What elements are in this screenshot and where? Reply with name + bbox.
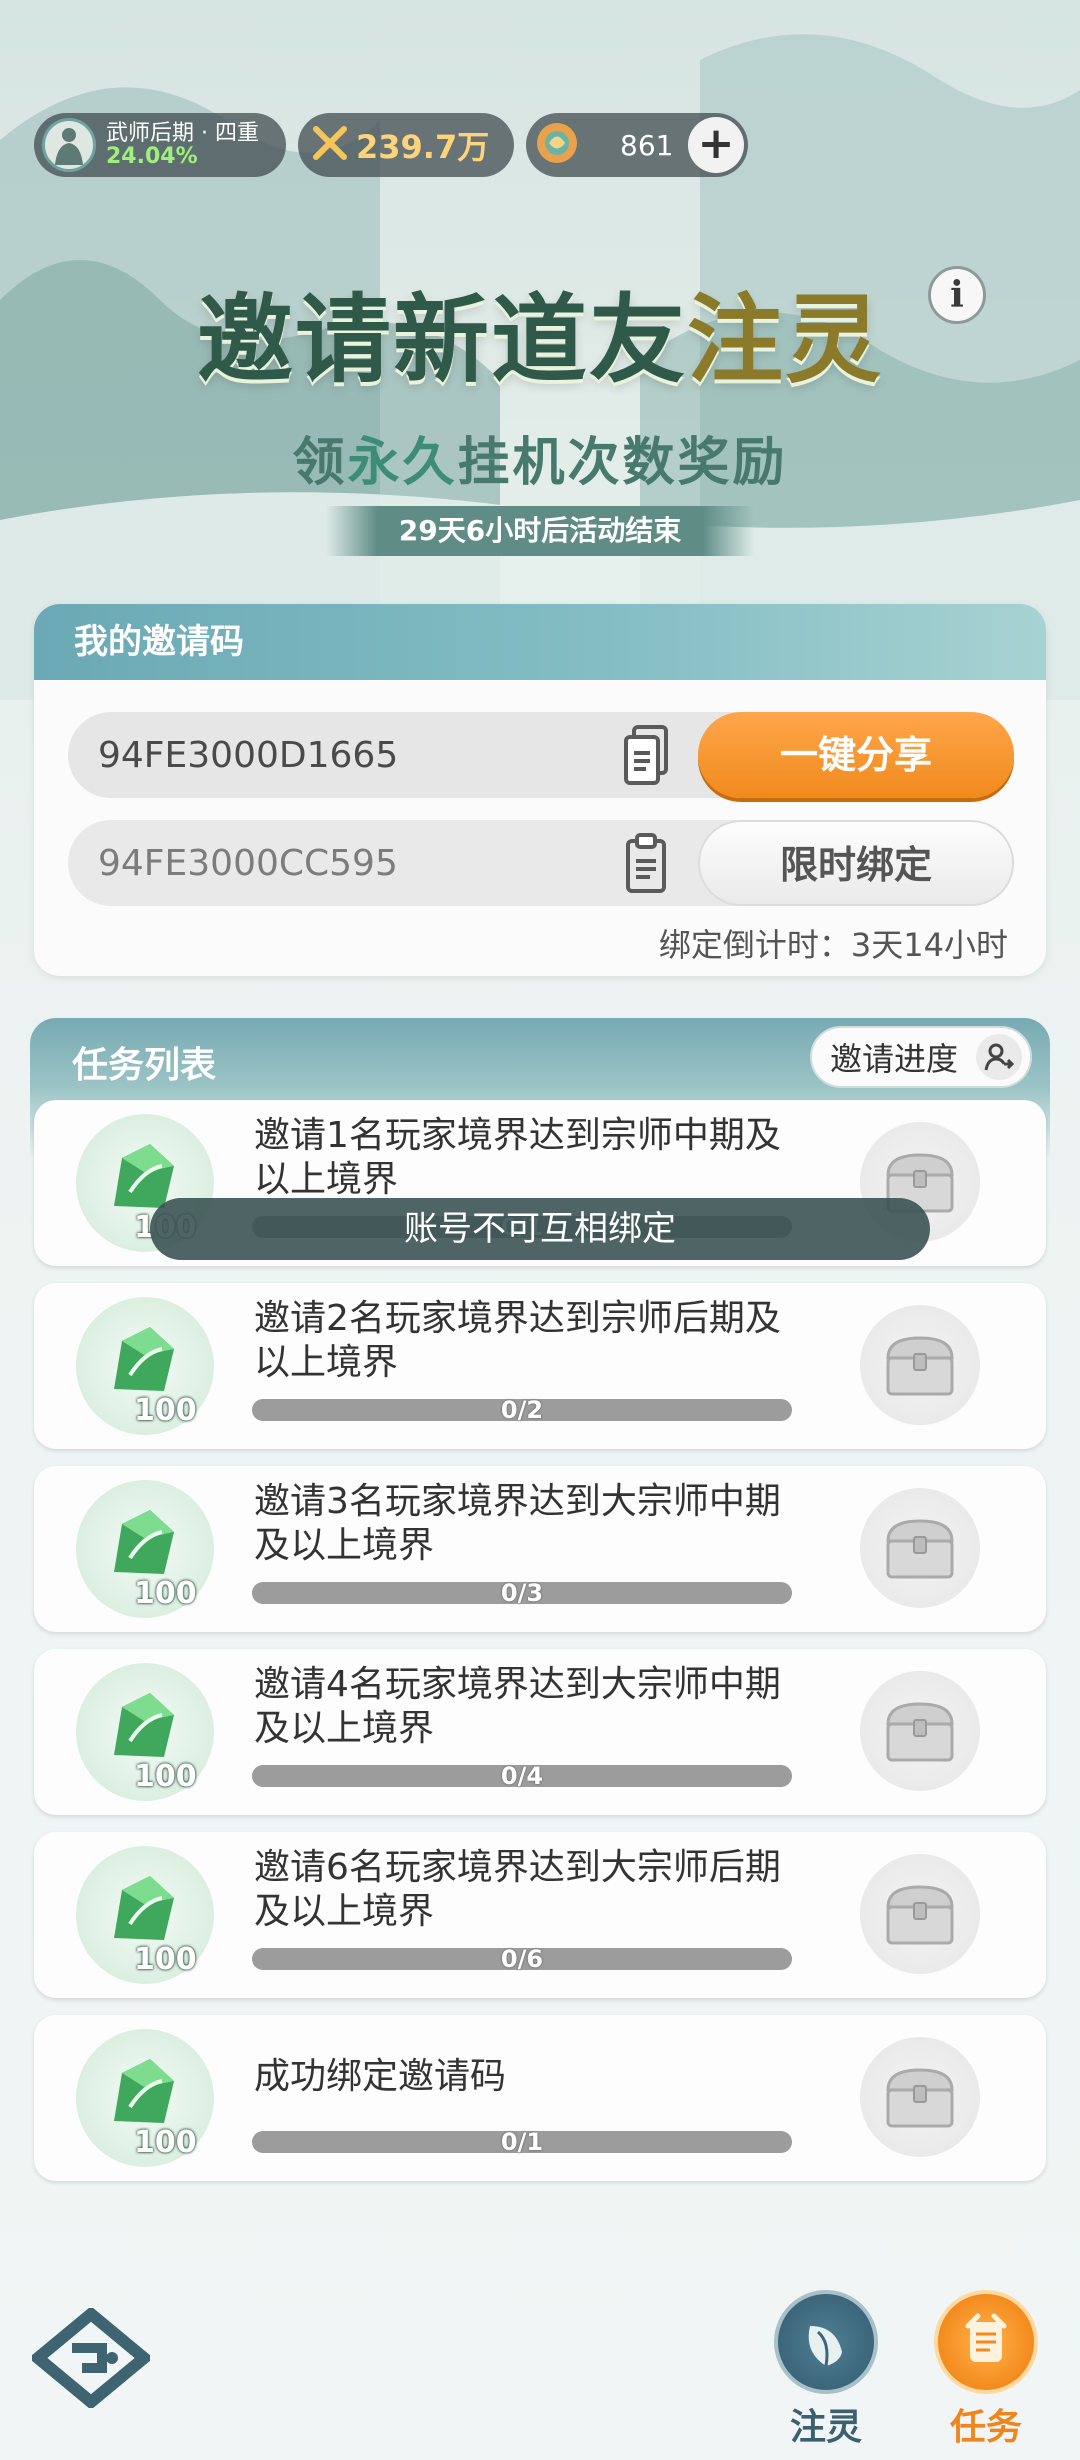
treasure-chest-icon[interactable] (860, 1488, 980, 1608)
task-progress-bar: 0/2 (252, 1396, 792, 1424)
task-progress-bar: 0/1 (252, 2128, 792, 2156)
nav-task-label: 任务 (949, 2407, 1022, 2448)
my-invite-code: 94FE3000D1665 (98, 734, 399, 776)
rank-name: 武师后期 · 四重 (106, 120, 259, 146)
jade-crystal-icon (114, 1510, 174, 1574)
event-countdown: 29天6小时后活动结束 (326, 506, 754, 556)
task-row[interactable]: 100 成功绑定邀请码 0/1 (34, 2015, 1046, 2181)
bind-invite-code-row: 94FE3000CC595 限时绑定 (68, 820, 1014, 906)
subtitle-text-2: 挂机次数奖励 (457, 433, 788, 493)
rank-progress: 24.04% (106, 144, 198, 169)
task-row[interactable]: 100 邀请4名玩家境界达到大宗师中期及以上境界 0/4 (34, 1649, 1046, 1815)
bind-countdown: 绑定倒计时：3天14小时 (658, 926, 1008, 964)
reward-jade[interactable]: 100 (76, 1846, 214, 1984)
reward-count: 100 (134, 1759, 197, 1794)
invite-card-title: 我的邀请码 (34, 604, 1046, 680)
reward-jade[interactable]: 100 (76, 1297, 214, 1435)
game-logo-icon[interactable] (28, 2306, 154, 2410)
jade-crystal-icon (114, 1876, 174, 1940)
copy-icon[interactable] (614, 720, 678, 790)
share-button[interactable]: 一键分享 (698, 712, 1014, 798)
treasure-chest-icon[interactable] (860, 1671, 980, 1791)
treasure-chest-icon[interactable] (860, 1305, 980, 1425)
invite-code-card: 我的邀请码 94FE3000D1665 一键分享 94FE3000CC595 限… (34, 604, 1046, 976)
reward-count: 100 (134, 2125, 197, 2160)
task-progress-text: 0/4 (500, 1762, 544, 1790)
combat-power-badge[interactable]: 239.7万 (298, 113, 514, 177)
reward-jade[interactable]: 100 (76, 1480, 214, 1618)
jade-crystal-icon (114, 1693, 174, 1757)
nav-zhuling-label: 注灵 (789, 2407, 862, 2448)
reward-count: 100 (134, 1576, 197, 1611)
title-highlight: 注灵 (687, 283, 883, 396)
invite-progress-label: 邀请进度 (830, 1040, 959, 1078)
nav-task[interactable]: 任务 (930, 2290, 1042, 2448)
task-row[interactable]: 100 邀请6名玩家境界达到大宗师后期及以上境界 0/6 (34, 1832, 1046, 1998)
task-progress-text: 0/2 (500, 1396, 544, 1424)
nav-zhuling[interactable]: 注灵 (770, 2290, 882, 2448)
reward-jade[interactable]: 100 (76, 2029, 214, 2167)
reward-count: 100 (134, 1942, 197, 1977)
task-description: 邀请2名玩家境界达到宗师后期及以上境界 (254, 1298, 781, 1383)
rank-badge[interactable]: 武师后期 · 四重 24.04% (34, 113, 286, 177)
task-progress-bar: 0/3 (252, 1579, 792, 1607)
spirit-coin-icon (534, 120, 580, 170)
treasure-chest-icon[interactable] (860, 1854, 980, 1974)
task-list-title: 任务列表 (72, 1045, 217, 1086)
currency-badge[interactable]: 861 + (526, 113, 748, 177)
jade-crystal-icon (114, 1327, 174, 1391)
task-progress-text: 0/3 (500, 1579, 544, 1607)
my-invite-code-row: 94FE3000D1665 一键分享 (68, 712, 1014, 798)
bind-code-input[interactable]: 94FE3000CC595 (68, 843, 614, 884)
subtitle-emphasis: 永久 (347, 433, 458, 493)
currency-value: 861 (620, 128, 674, 162)
bind-button[interactable]: 限时绑定 (698, 820, 1014, 906)
add-currency-button[interactable]: + (688, 117, 744, 173)
title-text: 邀请新道友 (197, 283, 687, 396)
invite-progress-button[interactable]: 邀请进度 (810, 1026, 1032, 1088)
task-progress-bar: 0/6 (252, 1945, 792, 1973)
paste-icon[interactable] (614, 828, 678, 898)
crossed-swords-icon (312, 125, 348, 165)
subtitle-text-1: 领 (292, 433, 348, 493)
scroll-icon (934, 2290, 1038, 2394)
task-row[interactable]: 100 邀请3名玩家境界达到大宗师中期及以上境界 0/3 (34, 1466, 1046, 1632)
treasure-chest-icon[interactable] (860, 2037, 980, 2157)
cultivator-avatar-icon (42, 118, 96, 172)
toast-message: 账号不可互相绑定 (150, 1198, 930, 1260)
jade-crystal-icon (114, 2059, 174, 2123)
task-description: 邀请3名玩家境界达到大宗师中期及以上境界 (254, 1481, 781, 1566)
event-title: 邀请新道友注灵 (0, 262, 1080, 401)
task-description: 邀请4名玩家境界达到大宗师中期及以上境界 (254, 1664, 781, 1749)
reward-jade[interactable]: 100 (76, 1663, 214, 1801)
resource-bar: 武师后期 · 四重 24.04% 239.7万 861 + (34, 112, 748, 178)
task-description: 邀请1名玩家境界达到宗师中期及以上境界 (254, 1115, 781, 1200)
event-subtitle: 领永久挂机次数奖励 (0, 420, 1080, 495)
task-progress-text: 0/1 (500, 2128, 544, 2156)
task-progress-bar: 0/4 (252, 1762, 792, 1790)
user-arrow-icon (976, 1034, 1022, 1080)
task-description: 成功绑定邀请码 (254, 2056, 507, 2097)
task-progress-text: 0/6 (500, 1945, 544, 1973)
leaf-icon (774, 2290, 878, 2394)
task-row[interactable]: 100 邀请2名玩家境界达到宗师后期及以上境界 0/2 (34, 1283, 1046, 1449)
combat-power-value: 239.7万 (356, 128, 490, 166)
info-button[interactable]: i (928, 266, 986, 324)
reward-count: 100 (134, 1393, 197, 1428)
task-description: 邀请6名玩家境界达到大宗师后期及以上境界 (254, 1847, 781, 1932)
